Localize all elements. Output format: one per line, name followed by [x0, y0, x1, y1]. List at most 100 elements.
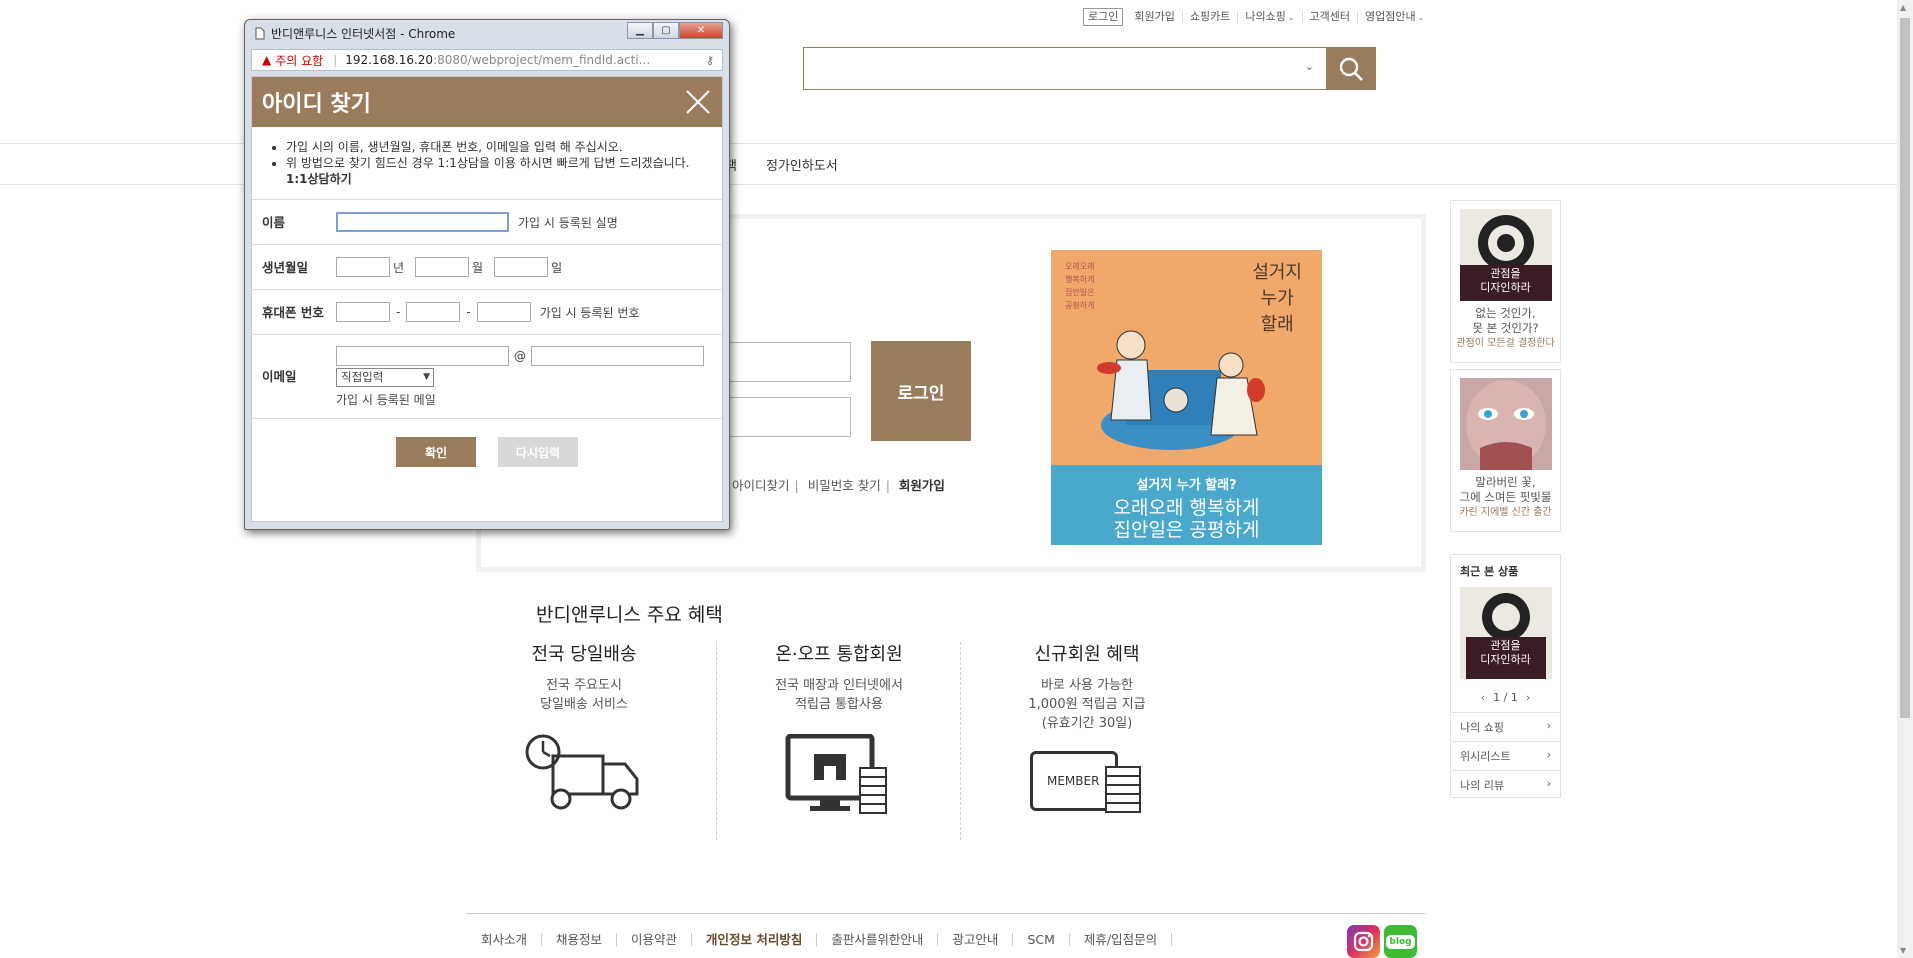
find-id-popup-window: 반디앤루니스 인터넷서점 - Chrome ▁ ▢ ✕ ▲ 주의 요함 | 19…: [244, 19, 730, 530]
recent-viewed-panel: 최근 본 상품 관점을 디자인하라 ‹ 1 / 1 › 나의 쇼핑 › 위시리스트 › …: [1450, 554, 1561, 798]
footer-link-end: [1171, 933, 1200, 946]
book-cover: 관점을 디자인하라: [1459, 209, 1552, 301]
promo-caption-title: 설거지 누가 할래?: [1136, 478, 1237, 493]
sidebar-ad-2-caption: 말라버린 꽃, 그에 스며든 핏빛물 카린 지에벨 신간 출간: [1451, 475, 1560, 520]
email-label: 이메일: [262, 369, 297, 384]
footer-link[interactable]: 출판사를위한안내: [816, 933, 937, 946]
email-domain-input[interactable]: [531, 345, 704, 366]
sidebar-ad-1[interactable]: 관점을 디자인하라 없는 것인가, 못 본 것인가? 관점이 모든걸 결정한다: [1450, 200, 1561, 363]
benefit-desc: 바로 사용 가능한 1,000원 적립금 지급 (유효기간 30일): [1028, 678, 1146, 731]
phone-hint: 가입 시 등록된 번호: [539, 305, 640, 320]
utility-menu: 로그인 회원가입 쇼핑카트 나의쇼핑 ⌄ 고객센터 영업점안내 ⌄: [1083, 8, 1431, 26]
minimize-button[interactable]: ▁: [627, 22, 653, 39]
phone-part2-input[interactable]: [406, 302, 461, 322]
benefit-new-member: 신규회원 혜택 바로 사용 가능한 1,000원 적립금 지급 (유효기간 30…: [977, 640, 1197, 817]
chevron-down-icon: ⌄: [1417, 12, 1425, 22]
phone-row: 휴대폰 번호 - - 가입 시 등록된 번호: [252, 290, 722, 335]
login-button[interactable]: 로그인: [871, 341, 971, 441]
divider: |: [885, 478, 890, 493]
instagram-glyph: [1353, 931, 1374, 952]
close-icon: ✕: [696, 25, 706, 36]
name-field-cell: 가입 시 등록된 실명: [330, 200, 722, 244]
url-host: 192.168.16.20: [345, 53, 434, 67]
maximize-icon: ▢: [661, 25, 671, 36]
util-store-link[interactable]: 영업점안내 ⌄: [1357, 10, 1431, 24]
footer-link[interactable]: 광고안내: [937, 933, 1012, 946]
scroll-up-icon[interactable]: ▲: [1900, 3, 1906, 12]
util-myshop-link[interactable]: 나의쇼핑 ⌄: [1237, 10, 1301, 24]
sidebar-item-wishlist[interactable]: 위시리스트 ›: [1451, 741, 1560, 770]
one-on-one-link[interactable]: 1:1상담하기: [286, 172, 352, 186]
security-warning[interactable]: 주의 요함: [275, 52, 323, 69]
find-password-link[interactable]: 비밀번호 찾기: [808, 478, 881, 493]
popup-header: 아이디 찾기: [252, 77, 722, 127]
address-bar[interactable]: ▲ 주의 요함 | 192.168.16.20:8080/webproject/…: [251, 49, 723, 71]
footer-link-privacy[interactable]: 개인정보 처리방침: [691, 933, 816, 946]
chevron-down-icon[interactable]: ⌄: [1305, 60, 1314, 73]
benefits-title: 반디앤루니스 주요 혜택: [536, 604, 723, 626]
chevron-left-icon[interactable]: ‹: [1481, 691, 1485, 704]
caption-line: 그에 스며든 핏빛물: [1459, 490, 1552, 504]
phone-part3-input[interactable]: [476, 302, 531, 322]
sidebar-item-label: 위시리스트: [1460, 750, 1511, 763]
benefit-desc: 전국 주요도시 당일배송 서비스: [540, 678, 628, 712]
url-path: :8080/webproject/mem_findId.acti...: [433, 53, 651, 67]
coins-icon: [1105, 766, 1141, 813]
birth-field-cell: 년 월 일: [330, 245, 722, 289]
recent-book-cover[interactable]: 관점을 디자인하라: [1459, 587, 1552, 679]
sidebar-ad-2[interactable]: 말라버린 꽃, 그에 스며든 핏빛물 카린 지에벨 신간 출간: [1450, 369, 1561, 532]
window-controls: ▁ ▢ ✕: [627, 22, 723, 39]
email-domain-select[interactable]: 직접입력 ▼: [336, 367, 434, 387]
popup-content: 아이디 찾기 가입 시의 이름, 생년월일, 휴대폰 번호, 이메일을 입력 해…: [251, 76, 723, 522]
util-login-link[interactable]: 로그인: [1083, 8, 1124, 26]
sidebar-item-review[interactable]: 나의 리뷰 ›: [1451, 770, 1560, 799]
month-unit: 월: [472, 260, 484, 275]
scrollbar-thumb[interactable]: [1900, 18, 1910, 718]
email-id-input[interactable]: [336, 345, 509, 366]
sidebar-item-myshop[interactable]: 나의 쇼핑 ›: [1451, 712, 1560, 741]
phone-part1-input[interactable]: [336, 302, 390, 322]
confirm-button[interactable]: 확인: [396, 437, 476, 467]
footer-link[interactable]: 제휴/입점문의: [1068, 933, 1171, 946]
popup-buttons: 확인 다시입력: [252, 437, 722, 467]
join-link[interactable]: 회원가입: [899, 478, 945, 493]
blog-icon[interactable]: blog: [1384, 925, 1417, 958]
caption-line: 없는 것인가,: [1475, 306, 1536, 320]
key-icon[interactable]: ⚷: [706, 54, 714, 67]
search-button[interactable]: [1326, 47, 1376, 90]
chevron-right-icon[interactable]: ›: [1526, 691, 1530, 704]
footer-link[interactable]: 회사소개: [481, 933, 541, 946]
page-scrollbar[interactable]: ▲ ▼: [1897, 0, 1913, 958]
footer-link[interactable]: 이용약관: [616, 933, 691, 946]
name-hint: 가입 시 등록된 실명: [518, 215, 618, 230]
promo-banner[interactable]: 오래오래 행복하게 집안일은 공평하게 설거지 누가 할래 설거지 누가 할래?…: [1051, 250, 1322, 545]
year-unit: 년: [393, 260, 405, 275]
caption-line: 말라버린 꽃,: [1475, 475, 1536, 489]
birth-day-input[interactable]: [494, 257, 549, 277]
caption-line: 카린 지에벨 신간 출간: [1459, 507, 1552, 518]
popup-heading: 아이디 찾기: [262, 92, 371, 117]
find-id-link[interactable]: 아이디찾기: [732, 478, 790, 493]
birth-month-input[interactable]: [415, 257, 470, 277]
util-cs-link[interactable]: 고객센터: [1301, 11, 1357, 23]
close-icon[interactable]: [684, 88, 712, 116]
reset-button[interactable]: 다시입력: [498, 437, 578, 467]
email-at: @: [514, 348, 526, 363]
member-card-label: MEMBER: [1047, 774, 1100, 788]
util-cart-link[interactable]: 쇼핑카트: [1181, 11, 1237, 23]
gnb-item-subscription[interactable]: 정가인하도서: [766, 155, 838, 174]
email-hint: 가입 시 등록된 메일: [336, 392, 436, 407]
minimize-icon: ▁: [636, 25, 644, 36]
footer-link[interactable]: 채용정보: [541, 933, 616, 946]
search-input[interactable]: ⌄: [803, 47, 1326, 90]
benefit-title: 전국 당일배송: [531, 644, 637, 665]
delivery-truck-icon: [525, 734, 639, 810]
name-input[interactable]: [336, 212, 509, 232]
birth-year-input[interactable]: [336, 257, 390, 277]
util-join-link[interactable]: 회원가입: [1127, 11, 1181, 23]
close-window-button[interactable]: ✕: [679, 22, 723, 39]
instagram-icon[interactable]: [1347, 925, 1380, 958]
footer-link[interactable]: SCM: [1012, 933, 1068, 946]
maximize-button[interactable]: ▢: [653, 22, 679, 39]
scroll-down-icon[interactable]: ▼: [1900, 946, 1906, 955]
